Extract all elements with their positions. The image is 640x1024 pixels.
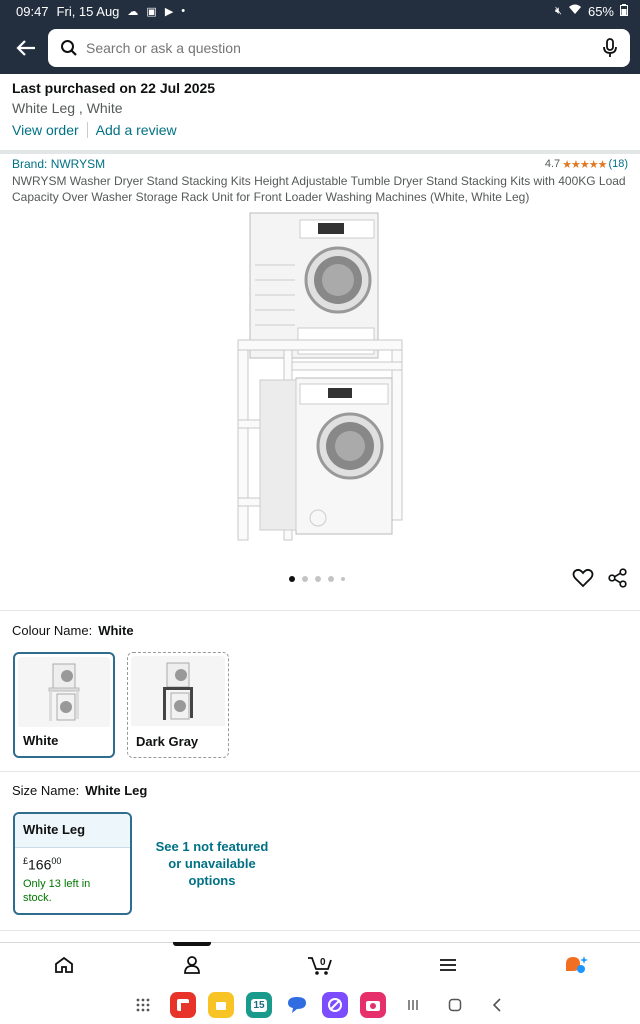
stock-status: Only 13 left in stock. [23, 877, 91, 904]
rating-stars-icon: ★★★★★ [562, 158, 607, 171]
brand-link[interactable]: Brand: NWRYSM [12, 157, 105, 171]
colour-label: Colour Name: [12, 623, 93, 638]
app-drawer-icon[interactable] [128, 997, 158, 1013]
recent-apps-icon[interactable] [398, 998, 428, 1012]
account-icon [184, 955, 200, 974]
carousel-dot[interactable] [302, 576, 308, 582]
nav-account[interactable] [128, 941, 256, 987]
browser-app-icon[interactable] [322, 992, 348, 1018]
home-icon [55, 956, 73, 973]
size-card-name: White Leg [15, 814, 130, 848]
notes-app-icon[interactable] [208, 992, 234, 1018]
price: £16600 [15, 848, 130, 873]
calendar-app-icon[interactable]: 15 [246, 992, 272, 1018]
colour-option-dark-gray[interactable]: Dark Gray [127, 652, 229, 758]
section-divider [0, 771, 640, 772]
see-unavailable-options-link[interactable]: See 1 not featured or unavailable option… [148, 838, 276, 889]
rating-value: 4.7 [544, 158, 561, 170]
nav-cart[interactable]: 0 [256, 943, 384, 987]
colour-name-row: Colour Name: White [12, 623, 134, 638]
search-icon [61, 40, 77, 56]
camera-app-icon[interactable] [360, 992, 386, 1018]
last-purchased-title: Last purchased on 22 Jul 2025 [12, 80, 216, 96]
messages-app-icon[interactable] [284, 992, 310, 1018]
size-selected: White Leg [85, 783, 148, 798]
colour-selected: White [98, 623, 134, 638]
product-header: Brand: NWRYSM 4.7 ★★★★★ (18) NWRYSM Wash… [12, 157, 628, 205]
hamburger-menu-icon [440, 958, 456, 971]
size-label: Size Name: [12, 783, 80, 798]
nav-assistant[interactable] [512, 943, 640, 987]
carousel-dot[interactable] [328, 576, 334, 582]
wifi-icon [568, 4, 582, 18]
carousel-dot[interactable] [341, 577, 345, 581]
swatch-image [131, 656, 225, 726]
back-button[interactable] [10, 32, 42, 64]
link-separator [86, 122, 88, 138]
status-date: Fri, 15 Aug [56, 3, 120, 19]
product-image[interactable] [200, 210, 440, 550]
price-whole: 166 [28, 856, 52, 873]
section-divider [0, 610, 640, 611]
swatch-label: White [23, 733, 59, 748]
rufus-assistant-icon [566, 955, 588, 973]
product-title: NWRYSM Washer Dryer Stand Stacking Kits … [12, 174, 626, 204]
bottom-navigation: 0 [0, 941, 640, 987]
swatch-label: Dark Gray [136, 734, 199, 749]
cart-icon: 0 [308, 957, 332, 975]
calendar-day: 15 [251, 998, 267, 1012]
youtube-icon: ▶ [164, 5, 174, 18]
svg-text:0: 0 [320, 957, 326, 968]
home-button-icon[interactable] [440, 998, 470, 1012]
nav-home[interactable] [0, 943, 128, 987]
rating-summary[interactable]: 4.7 ★★★★★ (18) [545, 158, 628, 171]
purchase-info: Last purchased on 22 Jul 2025 White Leg … [12, 80, 628, 138]
image-actions [572, 568, 628, 588]
size-option-white-leg[interactable]: White Leg £16600 Only 13 left in stock. [13, 812, 132, 915]
add-review-link[interactable]: Add a review [96, 122, 177, 138]
carousel-dot[interactable] [315, 576, 321, 582]
device-taskbar: 15 [0, 986, 640, 1024]
app-header [0, 22, 640, 74]
purchased-variant: White Leg , White [12, 100, 123, 116]
carousel-dot[interactable] [289, 576, 295, 582]
more-notifications-icon: • [181, 5, 186, 17]
microphone-icon[interactable] [602, 38, 618, 58]
share-icon[interactable] [608, 568, 628, 588]
search-bar[interactable] [48, 29, 630, 67]
heart-icon[interactable] [572, 568, 594, 588]
back-arrow-icon [16, 40, 35, 56]
rating-count: (18) [608, 158, 628, 170]
status-bar: 09:47 Fri, 15 Aug ☁ ▣ ▶ • 🔇︎ 65% [0, 0, 640, 22]
view-order-link[interactable]: View order [12, 122, 79, 138]
image-carousel-dots[interactable] [289, 576, 345, 582]
swatch-image [18, 657, 110, 727]
battery-icon [620, 3, 628, 19]
system-back-icon[interactable] [482, 998, 512, 1012]
flipboard-app-icon[interactable] [170, 992, 196, 1018]
section-divider [0, 930, 640, 931]
price-fraction: 00 [51, 856, 62, 866]
size-name-row: Size Name: White Leg [12, 783, 147, 798]
section-divider [0, 150, 640, 154]
battery-percent: 65% [587, 3, 614, 19]
colour-option-white[interactable]: White [13, 652, 115, 758]
search-input[interactable] [86, 40, 602, 56]
mute-icon: 🔇︎ [555, 4, 562, 17]
notification-icon: ▣ [146, 5, 157, 18]
status-time: 09:47 [16, 3, 49, 19]
cloud-icon: ☁ [127, 5, 139, 18]
nav-menu[interactable] [384, 943, 512, 987]
